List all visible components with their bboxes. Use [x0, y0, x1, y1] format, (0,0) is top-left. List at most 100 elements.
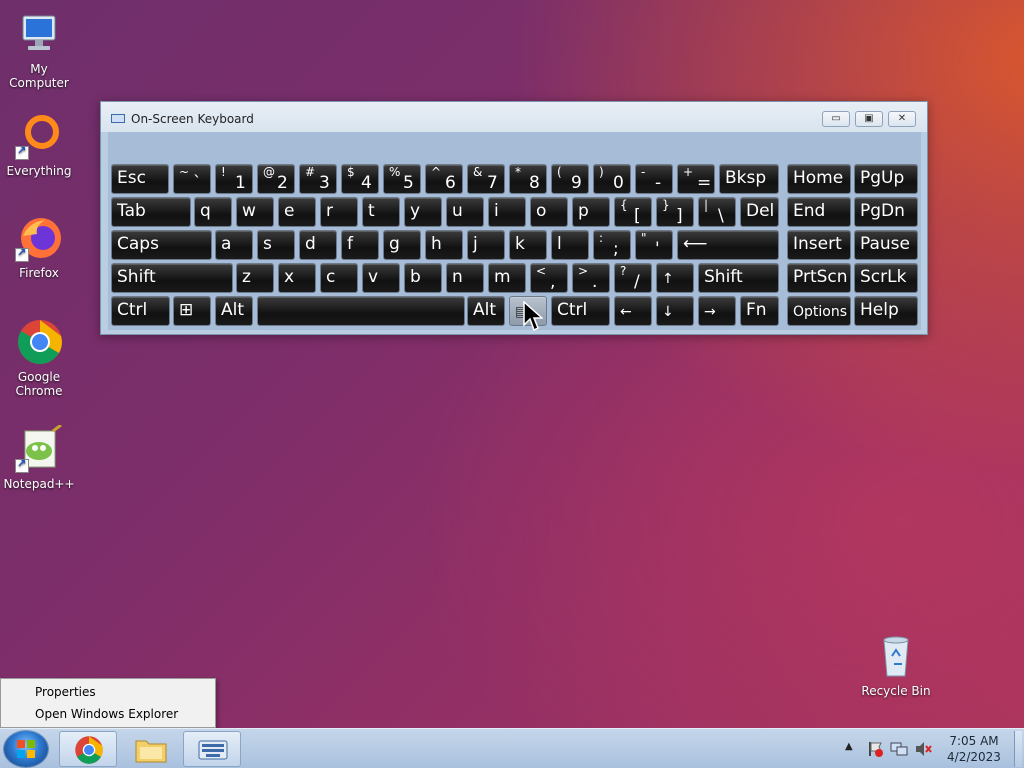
key-del[interactable]: Del	[740, 197, 779, 227]
key-0[interactable]: ) 0	[593, 164, 631, 194]
key-h[interactable]: h	[425, 230, 463, 260]
key-k[interactable]: k	[509, 230, 547, 260]
key-caps[interactable]: Caps	[111, 230, 212, 260]
key-u[interactable]: u	[446, 197, 484, 227]
taskbar-app-chrome[interactable]	[59, 731, 117, 767]
key-backslash[interactable]: | \	[698, 197, 736, 227]
key-left-bracket[interactable]: {[	[614, 197, 652, 227]
key-options[interactable]: Options	[787, 296, 851, 326]
key-end[interactable]: End	[787, 197, 851, 227]
key-insert[interactable]: Insert	[787, 230, 851, 260]
key-3[interactable]: #3	[299, 164, 337, 194]
key-n[interactable]: n	[446, 263, 484, 293]
desktop-icon-firefox[interactable]: Firefox	[1, 214, 77, 280]
key-s[interactable]: s	[257, 230, 295, 260]
key-left-arrow[interactable]: ←	[614, 296, 652, 326]
key-shift-right[interactable]: Shift	[698, 263, 779, 293]
key-z[interactable]: z	[236, 263, 274, 293]
key-5[interactable]: % 5	[383, 164, 421, 194]
key-fn[interactable]: Fn	[740, 296, 779, 326]
key-down-arrow[interactable]: ↓	[656, 296, 694, 326]
key-quote[interactable]: " '	[635, 230, 673, 260]
key-prtscn[interactable]: PrtScn	[787, 263, 851, 293]
key-pgup[interactable]: PgUp	[854, 164, 918, 194]
key-1[interactable]: ! 1	[215, 164, 253, 194]
close-button[interactable]: ✕	[888, 111, 916, 127]
key-8[interactable]: * 8	[509, 164, 547, 194]
desktop-icon-label: Firefox	[19, 266, 59, 280]
key-e[interactable]: e	[278, 197, 316, 227]
action-center-flag-icon[interactable]	[866, 741, 884, 757]
key-scrlk[interactable]: ScrLk	[854, 263, 918, 293]
key-home[interactable]: Home	[787, 164, 851, 194]
desktop-icon-everything[interactable]: Everything	[1, 112, 77, 178]
key-q[interactable]: q	[194, 197, 232, 227]
start-button[interactable]	[4, 731, 48, 767]
desktop-icon-google-chrome[interactable]: Google Chrome	[1, 318, 77, 398]
menu-item-open-windows-explorer[interactable]: Open Windows Explorer	[35, 707, 178, 721]
volume-muted-icon[interactable]	[914, 741, 932, 757]
key-alt-left[interactable]: Alt	[215, 296, 253, 326]
key-minus[interactable]: --	[635, 164, 673, 194]
key-slash[interactable]: ? /	[614, 263, 652, 293]
key-help[interactable]: Help	[854, 296, 918, 326]
key-m[interactable]: m	[488, 263, 526, 293]
key-v[interactable]: v	[362, 263, 400, 293]
taskbar-app-explorer[interactable]	[121, 731, 179, 767]
key-windows[interactable]: ⊞	[173, 296, 211, 326]
key-pgdn[interactable]: PgDn	[854, 197, 918, 227]
key-d[interactable]: d	[299, 230, 337, 260]
desktop-icon-notepadpp[interactable]: Notepad++	[1, 423, 77, 491]
key-semicolon[interactable]: :;	[593, 230, 631, 260]
desktop-icon-recycle-bin[interactable]: Recycle Bin	[858, 632, 934, 698]
key-ctrl-right[interactable]: Ctrl	[551, 296, 610, 326]
key-up-arrow[interactable]: ↑	[656, 263, 694, 293]
key-o[interactable]: o	[530, 197, 568, 227]
key-4[interactable]: $4	[341, 164, 379, 194]
key-r[interactable]: r	[320, 197, 358, 227]
key-7[interactable]: & 7	[467, 164, 505, 194]
key-backspace[interactable]: Bksp	[719, 164, 779, 194]
show-hidden-icons-button[interactable]: ▲	[845, 741, 853, 752]
key-l[interactable]: l	[551, 230, 589, 260]
desktop-icon-label: Notepad++	[3, 477, 75, 491]
key-6[interactable]: ^ 6	[425, 164, 463, 194]
key-space[interactable]	[257, 296, 465, 326]
show-desktop-button[interactable]	[1014, 731, 1022, 767]
key-f[interactable]: f	[341, 230, 379, 260]
taskbar-app-osk[interactable]	[183, 731, 241, 767]
key-x[interactable]: x	[278, 263, 316, 293]
minimize-button[interactable]: ▭	[822, 111, 850, 127]
key-right-bracket[interactable]: }]	[656, 197, 694, 227]
key-equals[interactable]: + =	[677, 164, 715, 194]
key-ctrl-left[interactable]: Ctrl	[111, 296, 170, 326]
menu-item-properties[interactable]: Properties	[35, 685, 96, 699]
key-t[interactable]: t	[362, 197, 400, 227]
key-pause[interactable]: Pause	[854, 230, 918, 260]
key-b[interactable]: b	[404, 263, 442, 293]
osk-titlebar[interactable]: On-Screen Keyboard ▭ ▣ ✕	[101, 102, 927, 132]
key-c[interactable]: c	[320, 263, 358, 293]
key-2[interactable]: @2	[257, 164, 295, 194]
key-i[interactable]: i	[488, 197, 526, 227]
key-comma[interactable]: <,	[530, 263, 568, 293]
key-w[interactable]: w	[236, 197, 274, 227]
key-period[interactable]: >.	[572, 263, 610, 293]
key-right-arrow[interactable]: →	[698, 296, 736, 326]
key-tilde[interactable]: ~ `	[173, 164, 211, 194]
network-icon[interactable]	[890, 741, 908, 757]
key-tab[interactable]: Tab	[111, 197, 191, 227]
key-alt-right[interactable]: Alt	[467, 296, 505, 326]
key-esc[interactable]: Esc	[111, 164, 169, 194]
restore-button[interactable]: ▣	[855, 111, 883, 127]
key-y[interactable]: y	[404, 197, 442, 227]
key-p[interactable]: p	[572, 197, 610, 227]
key-enter[interactable]: ⟵	[677, 230, 779, 260]
key-9[interactable]: (9	[551, 164, 589, 194]
key-shift-left[interactable]: Shift	[111, 263, 233, 293]
key-j[interactable]: j	[467, 230, 505, 260]
taskbar-clock[interactable]: 7:05 AM 4/2/2023	[940, 733, 1008, 765]
key-a[interactable]: a	[215, 230, 253, 260]
key-g[interactable]: g	[383, 230, 421, 260]
desktop-icon-my-computer[interactable]: My Computer	[1, 10, 77, 90]
